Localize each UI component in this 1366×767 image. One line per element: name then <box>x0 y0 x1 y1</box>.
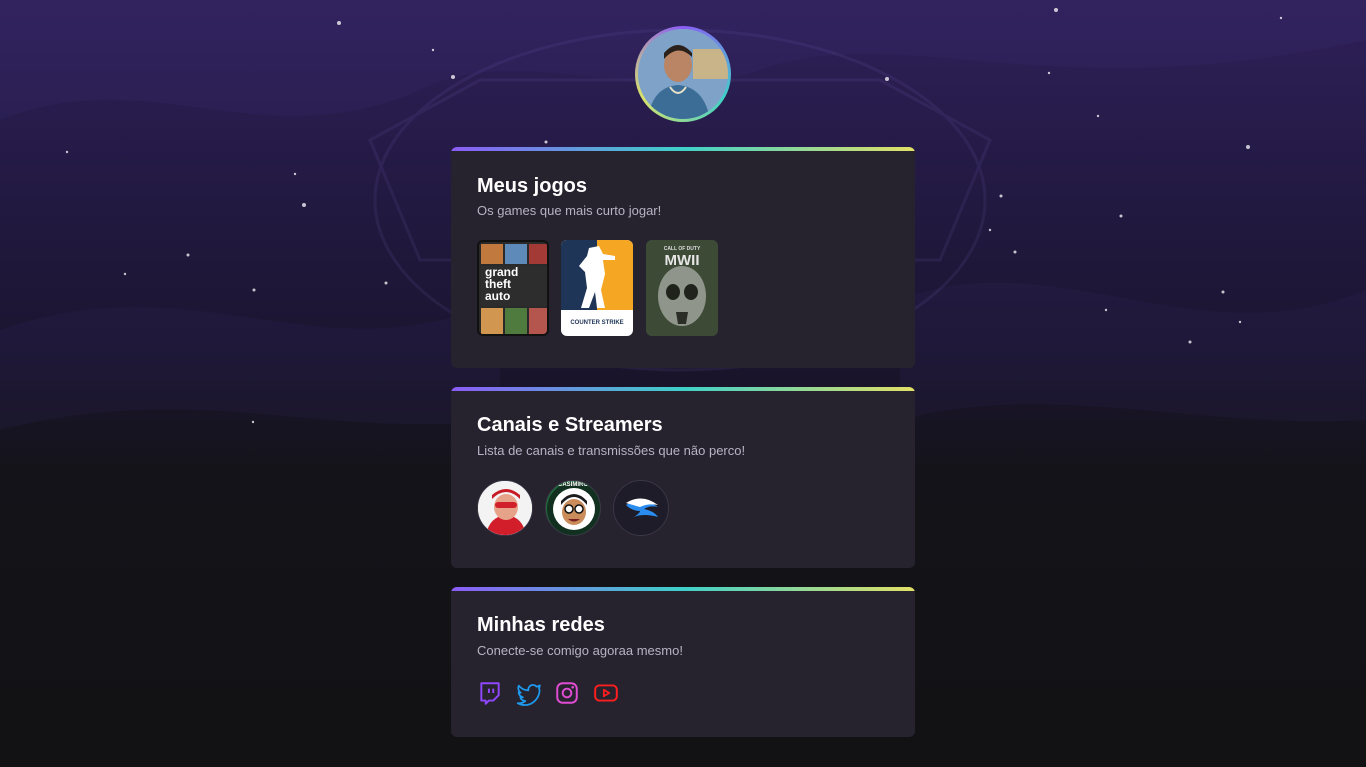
gta-v-cover[interactable]: grand theft auto <box>477 240 549 336</box>
cs-cover-label: COUNTER STRIKE <box>570 320 624 326</box>
profile-avatar <box>635 26 731 122</box>
streamer-avatar[interactable] <box>477 480 533 536</box>
streamers-card: Canais e Streamers Lista de canais e tra… <box>451 387 915 568</box>
cod-cover-title: MWII <box>664 252 700 269</box>
counter-strike-cover[interactable]: COUNTER STRIKE <box>561 240 633 336</box>
youtube-icon[interactable] <box>593 680 619 706</box>
social-card: Minhas redes Conecte-se comigo agoraa me… <box>451 587 915 737</box>
twitter-icon[interactable] <box>516 680 542 706</box>
games-card: Meus jogos Os games que mais curto jogar… <box>451 147 915 368</box>
casimiro-label: CASIMIRO <box>558 482 588 488</box>
games-subtitle: Os games que mais curto jogar! <box>477 203 662 218</box>
games-title: Meus jogos <box>477 175 588 197</box>
social-subtitle: Conecte-se comigo agoraa mesmo! <box>477 643 683 658</box>
instagram-icon[interactable] <box>554 680 580 706</box>
gta-cover-text: grand theft auto <box>485 265 519 303</box>
cod-mw2-cover[interactable]: CALL OF DUTY MWII <box>646 240 718 336</box>
wing-logo-avatar[interactable] <box>613 480 669 536</box>
casimiro-avatar[interactable]: CASIMIRO <box>545 480 601 536</box>
twitch-icon[interactable] <box>477 680 503 706</box>
social-title: Minhas redes <box>477 614 605 636</box>
person-photo-icon <box>638 29 728 119</box>
streamers-subtitle: Lista de canais e transmissões que não p… <box>477 443 746 458</box>
profile-photo <box>638 29 728 119</box>
streamers-title: Canais e Streamers <box>477 414 663 436</box>
